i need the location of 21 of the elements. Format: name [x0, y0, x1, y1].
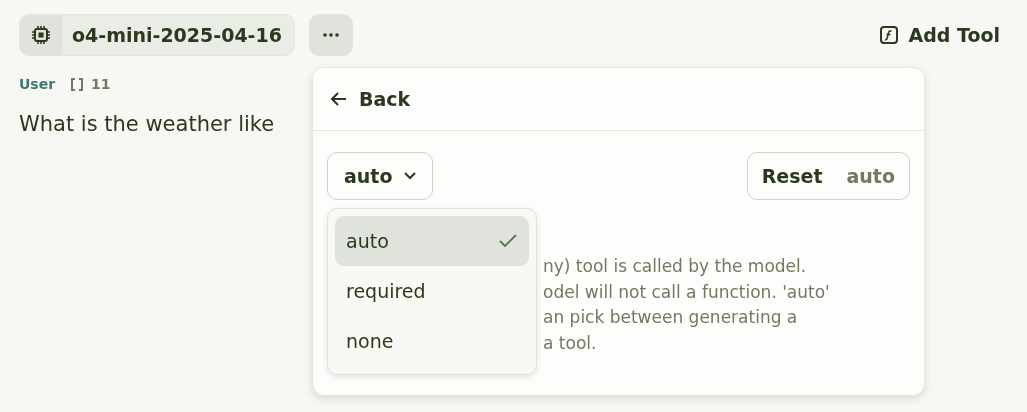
back-button[interactable]: Back — [331, 84, 411, 114]
back-arrow-icon — [331, 92, 347, 106]
model-selector[interactable]: o4-mini-2025-04-16 — [19, 14, 295, 56]
chevron-down-icon — [404, 172, 417, 180]
dropdown-option[interactable]: none — [335, 316, 529, 366]
more-button[interactable] — [308, 14, 353, 56]
default-value: auto — [846, 163, 895, 189]
reset-button[interactable]: Reset — [761, 161, 823, 191]
checkmark-icon — [499, 234, 517, 248]
message-role: User — [19, 75, 56, 94]
function-icon — [880, 26, 899, 44]
more-icon — [322, 33, 339, 37]
chip-icon — [31, 25, 51, 45]
add-tool-button[interactable]: Add Tool — [880, 20, 1000, 50]
description-text: ny) tool is called by the model. odel will not call a function. 'auto' an pick between generating a a tool. — [543, 255, 831, 355]
message-text: What is the weather like — [19, 111, 276, 138]
brackets-icon — [71, 78, 84, 91]
dropdown-option[interactable]: required — [335, 266, 529, 316]
tool-choice-select[interactable]: auto — [327, 152, 434, 200]
dropdown-option[interactable]: auto — [335, 216, 529, 266]
token-count: 11 — [91, 75, 111, 94]
